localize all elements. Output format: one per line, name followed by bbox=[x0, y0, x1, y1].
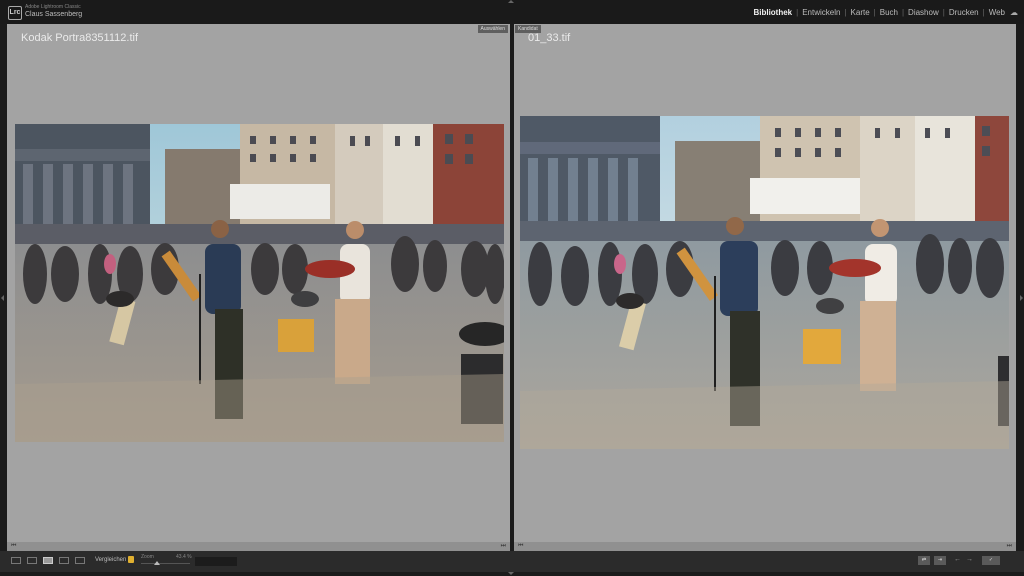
zoom-value: 43.4 % bbox=[176, 554, 192, 560]
compare-label: Vergleichen bbox=[95, 557, 127, 563]
previous-icon[interactable]: ⏮ bbox=[518, 543, 523, 550]
candidate-filename: 01_33.tif bbox=[528, 32, 571, 44]
select-next-photo-icon[interactable]: → bbox=[966, 556, 973, 563]
collapse-filmstrip-icon[interactable] bbox=[508, 572, 514, 575]
lock-icon[interactable] bbox=[128, 556, 134, 563]
module-book[interactable]: Buch bbox=[880, 8, 898, 17]
module-library[interactable]: Bibliothek bbox=[753, 8, 792, 17]
module-map[interactable]: Karte bbox=[851, 8, 870, 17]
module-picker: Bibliothek | Entwickeln | Karte | Buch |… bbox=[753, 8, 1018, 17]
next-icon[interactable]: ⏭ bbox=[1007, 543, 1012, 550]
compare-view-icon[interactable] bbox=[43, 557, 53, 564]
make-select-button[interactable]: ⇥ bbox=[934, 556, 946, 565]
collapse-right-panel-icon[interactable] bbox=[1020, 295, 1023, 301]
module-web[interactable]: Web bbox=[989, 8, 1005, 17]
select-photo[interactable] bbox=[15, 124, 504, 442]
previous-icon[interactable]: ⏮ bbox=[11, 543, 16, 550]
collapse-left-panel-icon[interactable] bbox=[1, 295, 4, 301]
pane-divider bbox=[510, 24, 514, 551]
next-icon[interactable]: ⏭ bbox=[501, 543, 506, 550]
compare-candidate-pane[interactable]: Kandidat 01_33.tif bbox=[514, 24, 1016, 542]
module-separator: | bbox=[942, 8, 945, 17]
select-filename: Kodak Portra8351112.tif bbox=[21, 32, 139, 44]
module-slideshow[interactable]: Diashow bbox=[908, 8, 939, 17]
module-develop[interactable]: Entwickeln bbox=[802, 8, 840, 17]
module-separator: | bbox=[901, 8, 905, 17]
swap-button[interactable]: ⇄ bbox=[918, 556, 930, 565]
app-name: Adobe Lightroom Classic bbox=[25, 4, 81, 10]
collapse-top-panel-icon[interactable] bbox=[508, 0, 514, 3]
select-tag: Auswählen bbox=[477, 25, 508, 33]
done-button[interactable]: ✓ bbox=[982, 556, 1000, 565]
module-separator: | bbox=[796, 8, 799, 17]
people-view-icon[interactable] bbox=[75, 557, 85, 564]
module-separator: | bbox=[982, 8, 985, 17]
module-separator: | bbox=[844, 8, 847, 17]
candidate-photo[interactable] bbox=[520, 116, 1009, 449]
select-info-strip: ⏮ ⏭ bbox=[7, 542, 510, 551]
library-toolbar: Vergleichen Zoom 43.4 % ⇄ ⇥ ← → ✓ bbox=[0, 551, 1024, 572]
identity-plate-name: Claus Sassenberg bbox=[25, 11, 83, 18]
zoom-slider[interactable] bbox=[141, 563, 190, 564]
select-previous-photo-icon[interactable]: ← bbox=[954, 556, 961, 563]
survey-view-icon[interactable] bbox=[59, 557, 69, 564]
candidate-info-strip: ⏮ ⏭ bbox=[514, 542, 1016, 551]
top-bar: Lrc Adobe Lightroom Classic Claus Sassen… bbox=[0, 0, 1024, 24]
cloud-sync-icon[interactable]: ☁ bbox=[1010, 8, 1018, 17]
module-separator: | bbox=[873, 8, 876, 17]
lightroom-logo-icon: Lrc bbox=[8, 6, 22, 20]
zoom-label: Zoom bbox=[141, 554, 154, 560]
grid-view-icon[interactable] bbox=[11, 557, 21, 564]
toolbar-blank-field bbox=[195, 557, 237, 566]
module-print[interactable]: Drucken bbox=[949, 8, 979, 17]
loupe-view-icon[interactable] bbox=[27, 557, 37, 564]
compare-select-pane[interactable]: Auswählen Kodak Portra8351112.tif bbox=[7, 24, 510, 542]
zoom-slider-thumb[interactable] bbox=[154, 561, 160, 565]
